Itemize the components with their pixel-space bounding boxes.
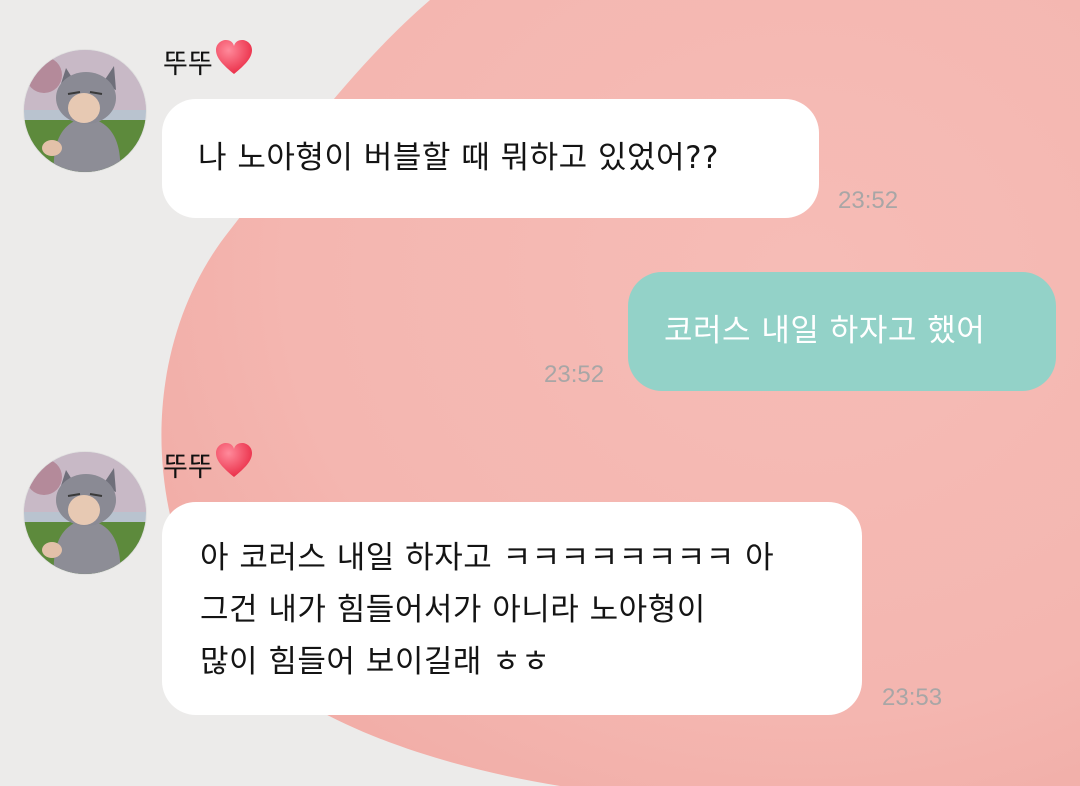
wolf-hoodie-avatar-icon — [24, 452, 146, 574]
sender-name: 뚜뚜 — [163, 443, 253, 486]
sender-name-text: 뚜뚜 — [163, 452, 213, 483]
message-bubble-incoming[interactable]: 아 코러스 내일 하자고 ㅋㅋㅋㅋㅋㅋㅋㅋ 아 그건 내가 힘들어서가 아니라 … — [162, 502, 862, 715]
message-text-line-1: 아 코러스 내일 하자고 ㅋㅋㅋㅋㅋㅋㅋㅋ 아 — [200, 540, 775, 576]
message-text-line-2: 그건 내가 힘들어서가 아니라 노아형이 — [200, 592, 706, 628]
message-row-3: 뚜뚜 아 코러스 내일 하자고 ㅋㅋㅋㅋㅋㅋㅋㅋ 아 그건 내가 힘들어서가 아… — [0, 0, 1080, 786]
message-timestamp: 23:53 — [882, 684, 943, 711]
contact-avatar[interactable] — [24, 452, 146, 574]
message-text-line-3: 많이 힘들어 보이길래 ㅎㅎ — [200, 644, 551, 680]
heart-icon — [215, 443, 253, 486]
